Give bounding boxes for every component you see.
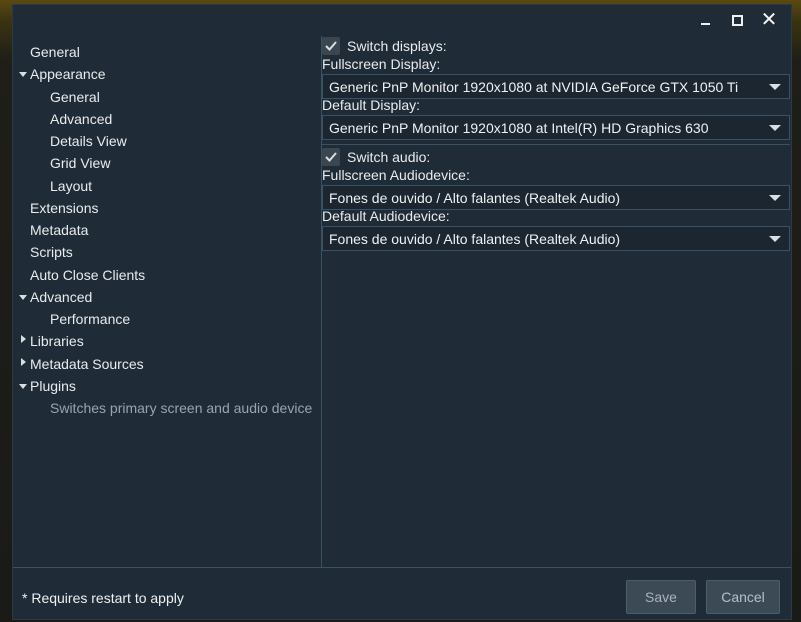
default-audio-label: Default Audiodevice: <box>322 208 450 224</box>
chevron-down-icon[interactable] <box>19 384 27 389</box>
title-bar: ✕ <box>13 5 791 35</box>
sidebar-item-details-view[interactable]: Details View <box>50 131 127 151</box>
chevron-right-icon[interactable] <box>21 358 26 366</box>
sidebar-item-auto-close-clients[interactable]: Auto Close Clients <box>30 265 145 285</box>
default-display-label: Default Display: <box>322 97 421 113</box>
checkmark-icon <box>325 152 337 162</box>
cancel-button[interactable]: Cancel <box>706 580 780 614</box>
save-button[interactable]: Save <box>626 580 696 614</box>
default-display-select[interactable]: Generic PnP Monitor 1920x1080 at Intel(R… <box>322 115 790 140</box>
settings-dialog: ✕ General Appearance General Advanced De… <box>12 4 792 620</box>
chevron-down-icon[interactable] <box>19 72 27 77</box>
switch-displays-checkbox[interactable] <box>322 37 340 55</box>
default-display-value: Generic PnP Monitor 1920x1080 at Intel(R… <box>329 119 709 136</box>
sidebar-item-advanced[interactable]: Advanced <box>30 287 92 307</box>
section-divider <box>322 144 790 145</box>
close-button[interactable]: ✕ <box>757 9 781 31</box>
sidebar-item-plugins[interactable]: Plugins <box>30 376 76 396</box>
close-icon: ✕ <box>760 9 778 31</box>
sidebar-item-general[interactable]: General <box>30 42 80 62</box>
sidebar-item-switches-plugin[interactable]: Switches primary screen and audio device <box>50 398 312 418</box>
switch-audio-checkbox[interactable] <box>322 148 340 166</box>
sidebar-item-scripts[interactable]: Scripts <box>30 242 73 262</box>
maximize-button[interactable] <box>725 9 749 31</box>
sidebar-item-extensions[interactable]: Extensions <box>30 198 98 218</box>
dropdown-caret-icon <box>769 84 781 90</box>
fullscreen-display-label: Fullscreen Display: <box>322 56 441 72</box>
minimize-icon <box>700 23 710 25</box>
switch-audio-label: Switch audio: <box>347 149 431 165</box>
sidebar-item-appearance-advanced[interactable]: Advanced <box>50 109 112 129</box>
sidebar-item-appearance-general[interactable]: General <box>50 87 100 107</box>
maximize-icon <box>731 14 743 26</box>
switch-audio-row[interactable]: Switch audio: <box>322 147 430 167</box>
checkmark-icon <box>325 41 337 51</box>
dropdown-caret-icon <box>769 236 781 242</box>
chevron-right-icon[interactable] <box>21 335 26 343</box>
switch-displays-label: Switch displays: <box>347 38 447 54</box>
sidebar-item-metadata-sources[interactable]: Metadata Sources <box>30 354 144 374</box>
restart-note: * Requires restart to apply <box>22 590 184 606</box>
sidebar-item-metadata[interactable]: Metadata <box>30 220 88 240</box>
sidebar-item-grid-view[interactable]: Grid View <box>50 153 110 173</box>
fullscreen-audio-value: Fones de ouvido / Alto falantes (Realtek… <box>329 189 621 206</box>
fullscreen-display-value: Generic PnP Monitor 1920x1080 at NVIDIA … <box>329 78 739 95</box>
sidebar-item-libraries[interactable]: Libraries <box>30 331 84 351</box>
sidebar-item-appearance[interactable]: Appearance <box>30 64 106 84</box>
chevron-down-icon[interactable] <box>19 295 27 300</box>
settings-panel: Switch displays: Fullscreen Display: Gen… <box>322 36 791 568</box>
dropdown-caret-icon <box>769 125 781 131</box>
sidebar-item-performance[interactable]: Performance <box>50 309 130 329</box>
dropdown-caret-icon <box>769 195 781 201</box>
dialog-footer: * Requires restart to apply Save Cancel <box>13 567 791 621</box>
minimize-button[interactable] <box>693 9 717 31</box>
fullscreen-audio-label: Fullscreen Audiodevice: <box>322 167 470 183</box>
default-audio-value: Fones de ouvido / Alto falantes (Realtek… <box>329 230 621 247</box>
default-audio-select[interactable]: Fones de ouvido / Alto falantes (Realtek… <box>322 226 790 251</box>
settings-sidebar: General Appearance General Advanced Deta… <box>13 36 322 568</box>
switch-displays-row[interactable]: Switch displays: <box>322 36 447 56</box>
sidebar-item-layout[interactable]: Layout <box>50 176 92 196</box>
